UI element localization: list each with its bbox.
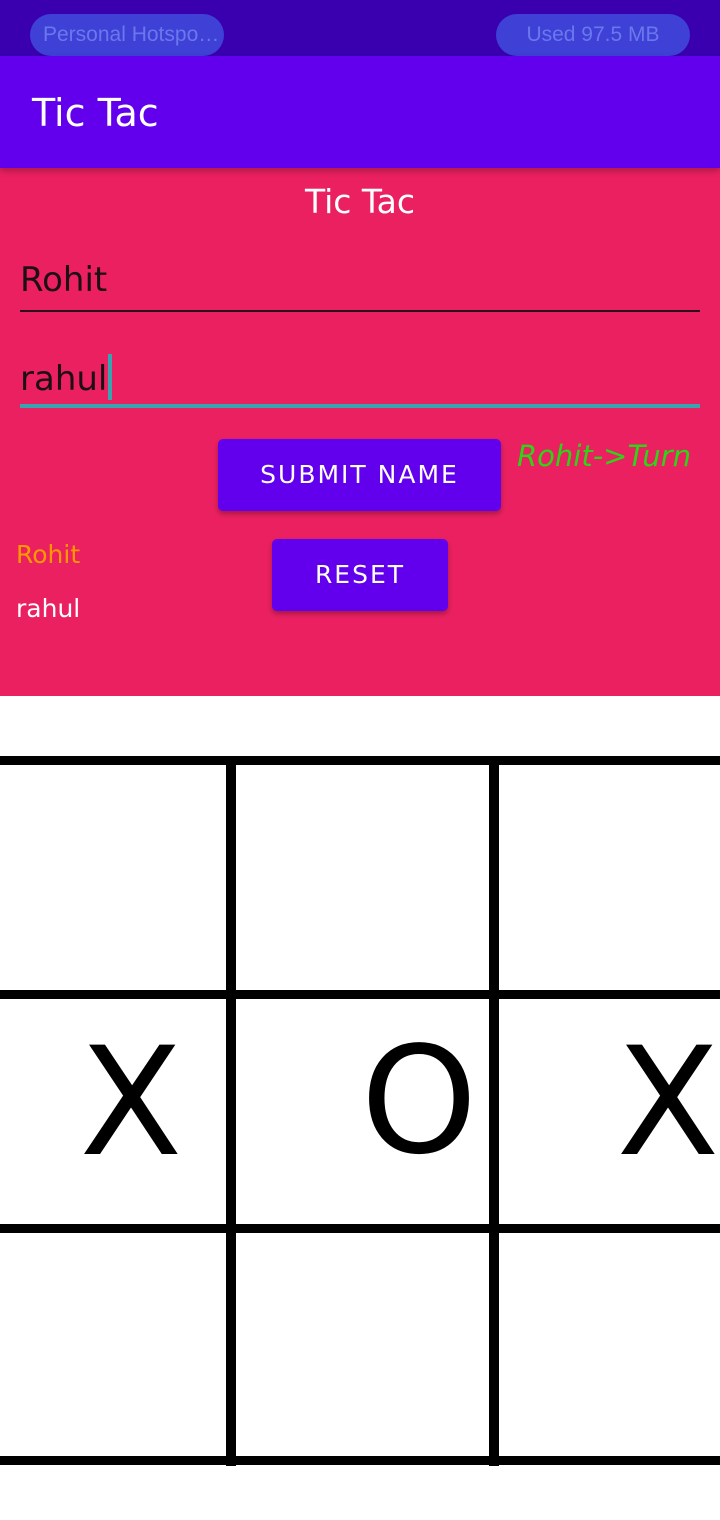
player2-name-label: rahul [16,594,81,623]
board-cell-0-0[interactable] [0,765,226,991]
x-mark: X [616,1016,720,1190]
grid-line-col1 [226,756,236,1466]
grid-line-row1 [0,990,720,999]
player1-input-value: Rohit [20,260,108,300]
screen: Personal Hotspo… Used 97.5 MB Tic Tac Ti… [0,0,720,1520]
o-mark: O [360,1015,478,1187]
player2-name-input[interactable]: rahul [20,348,700,408]
text-cursor [108,354,113,400]
board-cell-0-2[interactable] [499,765,720,991]
board-cell-0-1[interactable] [236,765,489,991]
turn-indicator: Rohit->Turn [517,439,691,473]
board-cell-2-0[interactable] [0,1234,226,1460]
grid-line-bottom [0,1456,720,1465]
app-bar: Tic Tac [0,56,720,168]
x-mark: X [79,1016,183,1190]
submit-name-button[interactable]: SUBMIT NAME [218,439,501,511]
player2-input-value: rahul [20,359,108,399]
status-bar: Personal Hotspo… Used 97.5 MB [0,0,720,56]
hotspot-status-pill[interactable]: Personal Hotspo… [30,14,224,56]
board-cell-1-0[interactable]: X [0,1000,226,1226]
panel-heading: Tic Tac [304,182,415,221]
grid-line-row2 [0,1224,720,1233]
data-usage-pill[interactable]: Used 97.5 MB [496,14,690,56]
grid-line-col2 [489,756,499,1466]
app-title: Tic Tac [32,91,159,135]
player-form-panel: Tic Tac Rohit rahul SUBMIT NAME Rohit->T… [0,168,720,696]
board-cell-1-2[interactable]: X [499,1000,720,1226]
grid-line-top [0,756,720,765]
reset-button[interactable]: RESET [272,539,448,611]
player1-name-input[interactable]: Rohit [20,252,700,312]
player2-input-value-wrap: rahul [20,354,113,401]
board-cell-2-1[interactable] [236,1234,489,1460]
board-cell-2-2[interactable] [499,1234,720,1460]
game-board: X O X [0,756,720,1466]
board-cell-1-1[interactable]: O [236,1000,489,1226]
player1-name-label: Rohit [16,540,81,569]
